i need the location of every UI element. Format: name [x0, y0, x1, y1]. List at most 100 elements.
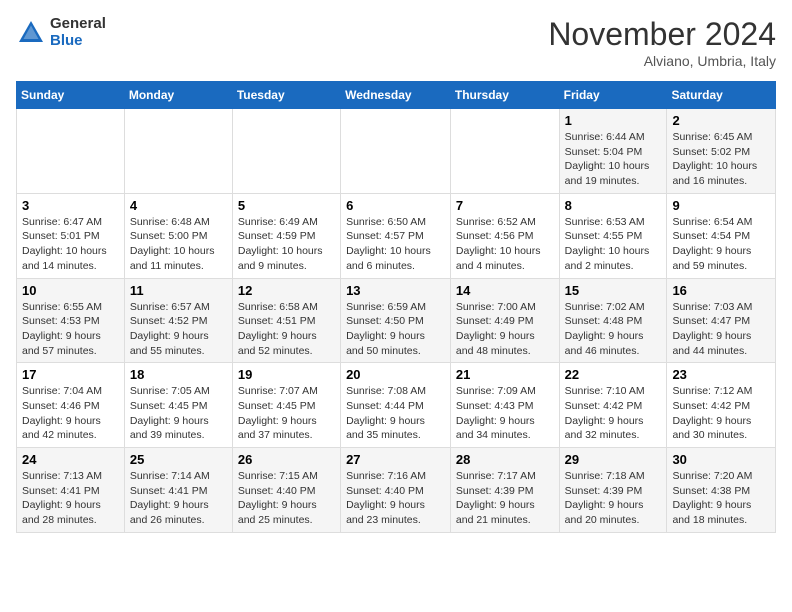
- day-number: 27: [346, 452, 445, 467]
- day-info: Sunrise: 7:00 AM Sunset: 4:49 PM Dayligh…: [456, 300, 554, 359]
- day-number: 22: [565, 367, 662, 382]
- weekday-header-thursday: Thursday: [450, 82, 559, 109]
- day-info: Sunrise: 7:15 AM Sunset: 4:40 PM Dayligh…: [238, 469, 335, 528]
- day-cell: 24 Sunrise: 7:13 AM Sunset: 4:41 PM Dayli…: [17, 448, 125, 533]
- weekday-header-sunday: Sunday: [17, 82, 125, 109]
- title-block: November 2024 Alviano, Umbria, Italy: [548, 16, 776, 69]
- day-cell: 13Sunrise: 6:59 AM Sunset: 4:50 PM Dayli…: [341, 278, 451, 363]
- day-cell: 5Sunrise: 6:49 AM Sunset: 4:59 PM Daylig…: [232, 193, 340, 278]
- day-number: 29: [565, 452, 662, 467]
- weekday-header-row: SundayMondayTuesdayWednesdayThursdayFrid…: [17, 82, 776, 109]
- day-number: 8: [565, 198, 662, 213]
- day-number: 2: [672, 113, 770, 128]
- day-cell: 21Sunrise: 7:09 AM Sunset: 4:43 PM Dayli…: [450, 363, 559, 448]
- day-info: Sunrise: 7:04 AM Sunset: 4:46 PM Dayligh…: [22, 384, 119, 443]
- logo-blue-text: Blue: [50, 33, 106, 50]
- location: Alviano, Umbria, Italy: [548, 53, 776, 69]
- day-cell: 9 Sunrise: 6:54 AM Sunset: 4:54 PM Daylig…: [667, 193, 776, 278]
- day-number: 6: [346, 198, 445, 213]
- day-info: Sunrise: 6:52 AM Sunset: 4:56 PM Dayligh…: [456, 215, 554, 274]
- day-number: 12: [238, 283, 335, 298]
- day-info: Sunrise: 7:05 AM Sunset: 4:45 PM Dayligh…: [130, 384, 227, 443]
- day-number: 9: [672, 198, 770, 213]
- week-row-4: 17 Sunrise: 7:04 AM Sunset: 4:46 PM Dayli…: [17, 363, 776, 448]
- logo-general-text: General: [50, 16, 106, 33]
- day-info: Sunrise: 7:16 AM Sunset: 4:40 PM Dayligh…: [346, 469, 445, 528]
- day-number: 24: [22, 452, 119, 467]
- weekday-header-monday: Monday: [124, 82, 232, 109]
- day-number: 11: [130, 283, 227, 298]
- day-number: 20: [346, 367, 445, 382]
- day-cell: 25 Sunrise: 7:14 AM Sunset: 4:41 PM Dayli…: [124, 448, 232, 533]
- day-info: Sunrise: 7:02 AM Sunset: 4:48 PM Dayligh…: [565, 300, 662, 359]
- day-number: 30: [672, 452, 770, 467]
- day-cell: 30 Sunrise: 7:20 AM Sunset: 4:38 PM Dayli…: [667, 448, 776, 533]
- day-number: 3: [22, 198, 119, 213]
- day-info: Sunrise: 7:07 AM Sunset: 4:45 PM Dayligh…: [238, 384, 335, 443]
- weekday-header-wednesday: Wednesday: [341, 82, 451, 109]
- day-cell: 11Sunrise: 6:57 AM Sunset: 4:52 PM Dayli…: [124, 278, 232, 363]
- day-cell: 8 Sunrise: 6:53 AM Sunset: 4:55 PM Daylig…: [559, 193, 667, 278]
- day-cell: 3 Sunrise: 6:47 AM Sunset: 5:01 PM Daylig…: [17, 193, 125, 278]
- day-cell: 4 Sunrise: 6:48 AM Sunset: 5:00 PM Daylig…: [124, 193, 232, 278]
- day-cell: 27 Sunrise: 7:16 AM Sunset: 4:40 PM Dayli…: [341, 448, 451, 533]
- week-row-5: 24 Sunrise: 7:13 AM Sunset: 4:41 PM Dayli…: [17, 448, 776, 533]
- day-cell: 20Sunrise: 7:08 AM Sunset: 4:44 PM Dayli…: [341, 363, 451, 448]
- day-cell: 16 Sunrise: 7:03 AM Sunset: 4:47 PM Dayli…: [667, 278, 776, 363]
- day-number: 7: [456, 198, 554, 213]
- day-info: Sunrise: 6:48 AM Sunset: 5:00 PM Dayligh…: [130, 215, 227, 274]
- week-row-2: 3 Sunrise: 6:47 AM Sunset: 5:01 PM Daylig…: [17, 193, 776, 278]
- weekday-header-tuesday: Tuesday: [232, 82, 340, 109]
- day-info: Sunrise: 7:18 AM Sunset: 4:39 PM Dayligh…: [565, 469, 662, 528]
- day-cell: 10 Sunrise: 6:55 AM Sunset: 4:53 PM Dayli…: [17, 278, 125, 363]
- day-cell: 26 Sunrise: 7:15 AM Sunset: 4:40 PM Dayli…: [232, 448, 340, 533]
- day-info: Sunrise: 7:20 AM Sunset: 4:38 PM Dayligh…: [672, 469, 770, 528]
- day-info: Sunrise: 6:59 AM Sunset: 4:50 PM Dayligh…: [346, 300, 445, 359]
- day-number: 26: [238, 452, 335, 467]
- day-number: 16: [672, 283, 770, 298]
- day-info: Sunrise: 6:53 AM Sunset: 4:55 PM Dayligh…: [565, 215, 662, 274]
- day-cell: [232, 109, 340, 194]
- day-cell: 22Sunrise: 7:10 AM Sunset: 4:42 PM Dayli…: [559, 363, 667, 448]
- day-number: 21: [456, 367, 554, 382]
- day-cell: 28Sunrise: 7:17 AM Sunset: 4:39 PM Dayli…: [450, 448, 559, 533]
- week-row-3: 10 Sunrise: 6:55 AM Sunset: 4:53 PM Dayli…: [17, 278, 776, 363]
- day-cell: 12 Sunrise: 6:58 AM Sunset: 4:51 PM Dayli…: [232, 278, 340, 363]
- day-number: 25: [130, 452, 227, 467]
- day-cell: 2 Sunrise: 6:45 AM Sunset: 5:02 PM Daylig…: [667, 109, 776, 194]
- day-info: Sunrise: 7:14 AM Sunset: 4:41 PM Dayligh…: [130, 469, 227, 528]
- day-number: 4: [130, 198, 227, 213]
- day-info: Sunrise: 7:12 AM Sunset: 4:42 PM Dayligh…: [672, 384, 770, 443]
- day-info: Sunrise: 7:03 AM Sunset: 4:47 PM Dayligh…: [672, 300, 770, 359]
- day-number: 5: [238, 198, 335, 213]
- day-info: Sunrise: 6:50 AM Sunset: 4:57 PM Dayligh…: [346, 215, 445, 274]
- day-number: 18: [130, 367, 227, 382]
- day-cell: 18 Sunrise: 7:05 AM Sunset: 4:45 PM Dayli…: [124, 363, 232, 448]
- day-number: 17: [22, 367, 119, 382]
- logo-icon: [16, 18, 46, 48]
- day-info: Sunrise: 6:55 AM Sunset: 4:53 PM Dayligh…: [22, 300, 119, 359]
- day-info: Sunrise: 6:54 AM Sunset: 4:54 PM Dayligh…: [672, 215, 770, 274]
- day-cell: [17, 109, 125, 194]
- calendar-table: SundayMondayTuesdayWednesdayThursdayFrid…: [16, 81, 776, 533]
- day-number: 10: [22, 283, 119, 298]
- day-info: Sunrise: 6:58 AM Sunset: 4:51 PM Dayligh…: [238, 300, 335, 359]
- day-cell: 17 Sunrise: 7:04 AM Sunset: 4:46 PM Dayli…: [17, 363, 125, 448]
- day-cell: 23Sunrise: 7:12 AM Sunset: 4:42 PM Dayli…: [667, 363, 776, 448]
- day-cell: 14 Sunrise: 7:00 AM Sunset: 4:49 PM Dayli…: [450, 278, 559, 363]
- day-number: 1: [565, 113, 662, 128]
- logo: General Blue: [16, 16, 106, 49]
- day-info: Sunrise: 7:13 AM Sunset: 4:41 PM Dayligh…: [22, 469, 119, 528]
- month-title: November 2024: [548, 16, 776, 53]
- day-number: 14: [456, 283, 554, 298]
- day-info: Sunrise: 6:47 AM Sunset: 5:01 PM Dayligh…: [22, 215, 119, 274]
- day-info: Sunrise: 6:45 AM Sunset: 5:02 PM Dayligh…: [672, 130, 770, 189]
- day-cell: 1Sunrise: 6:44 AM Sunset: 5:04 PM Daylig…: [559, 109, 667, 194]
- day-cell: [341, 109, 451, 194]
- day-cell: 6 Sunrise: 6:50 AM Sunset: 4:57 PM Daylig…: [341, 193, 451, 278]
- day-cell: 29 Sunrise: 7:18 AM Sunset: 4:39 PM Dayli…: [559, 448, 667, 533]
- day-info: Sunrise: 7:17 AM Sunset: 4:39 PM Dayligh…: [456, 469, 554, 528]
- weekday-header-saturday: Saturday: [667, 82, 776, 109]
- day-number: 19: [238, 367, 335, 382]
- page-header: General Blue November 2024 Alviano, Umbr…: [16, 16, 776, 69]
